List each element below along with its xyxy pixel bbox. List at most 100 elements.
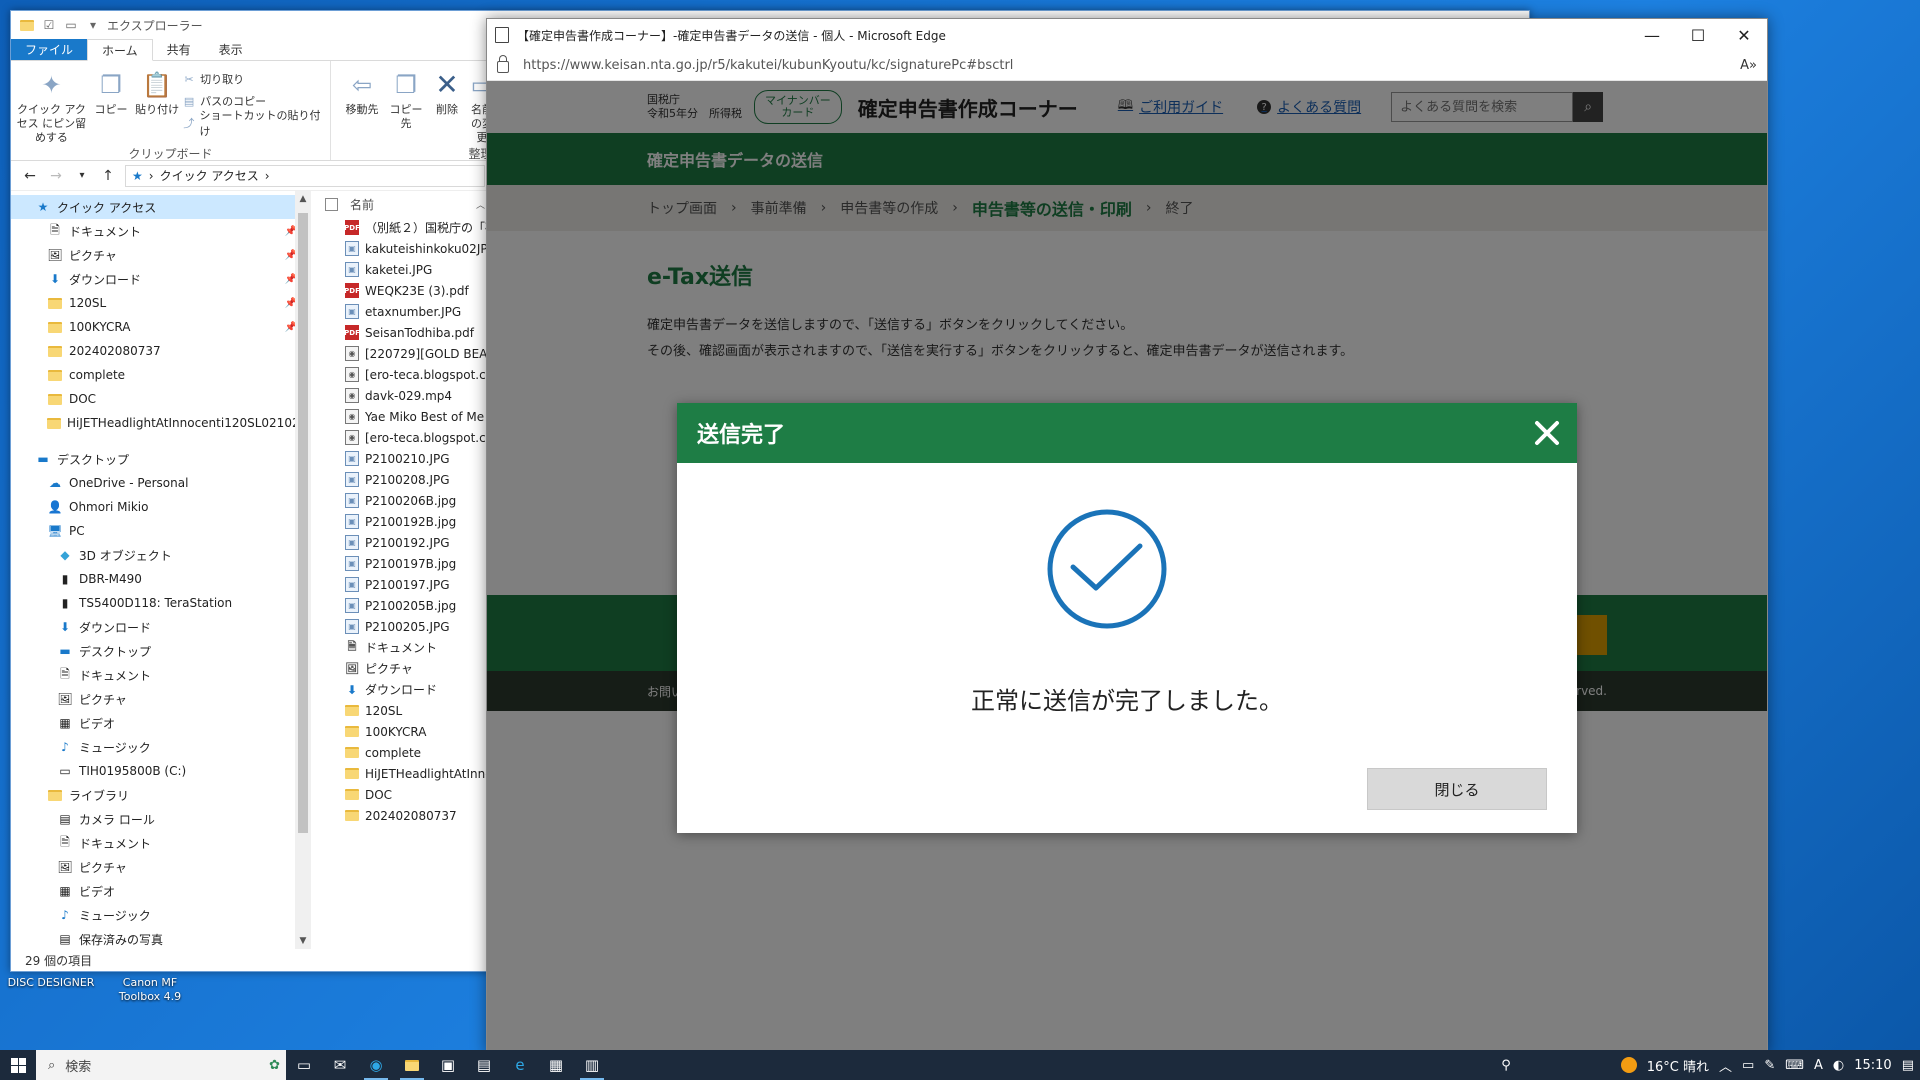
scroll-down-icon[interactable]: ▼ — [295, 933, 311, 949]
tree-item-100kycra[interactable]: 100KYCRA 📌 — [11, 315, 311, 339]
copy-button[interactable]: ❐ コピー — [90, 65, 132, 145]
url-text[interactable]: https://www.keisan.nta.go.jp/r5/kakutei/… — [523, 58, 1013, 73]
edge-address-bar[interactable]: https://www.keisan.nta.go.jp/r5/kakutei/… — [487, 51, 1767, 81]
paste-button[interactable]: 📋 貼り付け — [134, 65, 180, 145]
tree-3d-objects[interactable]: ◆ 3D オブジェクト — [11, 543, 311, 567]
tree-desktop[interactable]: ▬ デスクトップ — [11, 447, 311, 471]
tree-pc-desktop[interactable]: ▬ デスクトップ — [11, 639, 311, 663]
tab-view[interactable]: 表示 — [205, 39, 257, 60]
folder-icon — [345, 703, 359, 718]
read-aloud-icon[interactable]: A» — [1740, 58, 1757, 73]
tree-pc-music[interactable]: ♪ ミュージック — [11, 735, 311, 759]
tree-user[interactable]: 👤 Ohmori Mikio — [11, 495, 311, 519]
delete-button[interactable]: ✕ 削除 — [429, 65, 465, 145]
tree-item-doc[interactable]: DOC — [11, 387, 311, 411]
dialog-header: 送信完了 — [677, 403, 1577, 463]
tree-item-downloads[interactable]: ⬇ ダウンロード 📌 — [11, 267, 311, 291]
navigation-pane: ★ クイック アクセス 🗎 ドキュメント 📌 🖼 ピクチャ 📌 ⬇ ダウンロード 📌 120… — [11, 191, 311, 949]
file-name: kaketei.JPG — [365, 262, 433, 277]
scrollbar-thumb[interactable] — [298, 213, 308, 833]
tree-pc-pictures[interactable]: 🖼 ピクチャ — [11, 687, 311, 711]
file-name: P2100197.JPG — [365, 577, 450, 592]
app-window-icon[interactable]: ▦ — [538, 1050, 574, 1080]
store-icon[interactable]: ▣ — [430, 1050, 466, 1080]
tree-lib-music[interactable]: ♪ ミュージック — [11, 903, 311, 927]
name-column-header[interactable]: 名前 — [350, 196, 374, 213]
chevron-down-icon[interactable]: ▾ — [85, 17, 101, 33]
new-folder-icon[interactable]: ▭ — [63, 17, 79, 33]
tree-library[interactable]: ライブラリ — [11, 783, 311, 807]
tree-item-202402080737[interactable]: 202402080737 — [11, 339, 311, 363]
remote-desktop-icon[interactable]: ▤ — [466, 1050, 502, 1080]
tree-item-pictures[interactable]: 🖼 ピクチャ 📌 — [11, 243, 311, 267]
search-highlight-icon[interactable]: ✿ — [269, 1058, 280, 1073]
notification-icon[interactable]: ▤ — [1902, 1058, 1914, 1073]
up-arrow-icon[interactable]: ↑ — [99, 167, 117, 185]
tree-quick-access[interactable]: ★ クイック アクセス — [11, 195, 311, 219]
keyboard-icon[interactable]: ⌨ — [1785, 1058, 1804, 1073]
tree-saved-pictures[interactable]: ▤ 保存済みの写真 — [11, 927, 311, 949]
tree-item-120sl[interactable]: 120SL 📌 — [11, 291, 311, 315]
tree-pc-downloads[interactable]: ⬇ ダウンロード — [11, 615, 311, 639]
internet-explorer-icon[interactable]: e — [502, 1050, 538, 1080]
chevron-up-icon[interactable]: ︿ — [1719, 1056, 1732, 1075]
tree-pc-videos[interactable]: ▦ ビデオ — [11, 711, 311, 735]
copy-to-button[interactable]: ❐ コピー先 — [385, 65, 427, 145]
calculator-icon[interactable]: ▥ — [574, 1050, 610, 1080]
address-bar[interactable]: ★ › クイック アクセス › — [125, 164, 485, 187]
tab-home[interactable]: ホーム — [87, 39, 153, 61]
task-view-icon[interactable]: ▭ — [286, 1050, 322, 1080]
edge-taskbar-icon[interactable]: ◉ — [358, 1050, 394, 1080]
file-name: [220729][GOLD BEAR] — [365, 346, 501, 361]
forward-arrow-icon[interactable]: → — [47, 167, 65, 185]
tab-share[interactable]: 共有 — [153, 39, 205, 60]
weather-text[interactable]: 16°C 晴れ — [1647, 1056, 1709, 1075]
tree-label: 保存済みの写真 — [79, 932, 164, 947]
properties-icon[interactable]: ☑ — [41, 17, 57, 33]
tree-pc-documents[interactable]: 🗎 ドキュメント — [11, 663, 311, 687]
tree-c-drive[interactable]: ▭ TIH0195800B (C:) — [11, 759, 311, 783]
explorer-taskbar-icon[interactable] — [394, 1050, 430, 1080]
tree-onedrive[interactable]: ☁ OneDrive - Personal — [11, 471, 311, 495]
close-window-button[interactable]: ✕ — [1721, 19, 1767, 51]
paste-shortcut-button[interactable]: ⤴ ショートカットの貼り付け — [182, 109, 326, 138]
pen-icon[interactable]: ✎ — [1764, 1058, 1775, 1073]
navigation-scrollbar[interactable]: ▲ ▼ — [295, 191, 311, 949]
tree-item-documents[interactable]: 🗎 ドキュメント 📌 — [11, 219, 311, 243]
ime-mode-icon[interactable]: ◐ — [1833, 1058, 1844, 1073]
dialog-close-icon[interactable] — [1517, 403, 1577, 463]
tree-pc[interactable]: 🖥 PC — [11, 519, 311, 543]
tree-lib-videos[interactable]: ▦ ビデオ — [11, 879, 311, 903]
tab-file[interactable]: ファイル — [11, 39, 88, 60]
recent-chevron-icon[interactable]: ▾ — [73, 167, 91, 185]
move-to-button[interactable]: ⇦ 移動先 — [341, 65, 383, 145]
lock-icon[interactable] — [497, 55, 509, 73]
folder-icon — [47, 415, 61, 431]
cut-button[interactable]: ✂ 切り取り — [182, 69, 326, 89]
maximize-button[interactable]: ☐ — [1675, 19, 1721, 51]
people-icon[interactable]: ⚲ — [1501, 1058, 1511, 1073]
mail-icon[interactable]: ✉ — [322, 1050, 358, 1080]
tree-label: DOC — [69, 392, 97, 406]
tree-lib-documents[interactable]: 🗎 ドキュメント — [11, 831, 311, 855]
tree-item-hijet[interactable]: HiJETHeadlightAtInnocenti120SL02102024 — [11, 411, 311, 435]
tree-camera-roll[interactable]: ▤ カメラ ロール — [11, 807, 311, 831]
tree-item-complete[interactable]: complete — [11, 363, 311, 387]
tree-lib-pictures[interactable]: 🖼 ピクチャ — [11, 855, 311, 879]
tree-dbr-m490[interactable]: ▮ DBR-M490 — [11, 567, 311, 591]
taskbar-search[interactable]: ⌕ 検索 ✿ — [36, 1050, 286, 1080]
network-icon[interactable]: ▭ — [1742, 1058, 1754, 1073]
tree-terastation[interactable]: ▮ TS5400D118: TeraStation — [11, 591, 311, 615]
clock[interactable]: 15:10 — [1854, 1058, 1891, 1073]
folder-icon — [47, 391, 63, 407]
minimize-button[interactable]: — — [1629, 19, 1675, 51]
desktop-icon-disc-designer[interactable]: DISC DESIGNER — [6, 976, 96, 990]
desktop-icon-canon-toolbox[interactable]: Canon MF Toolbox 4.9 — [108, 976, 192, 1004]
ime-icon[interactable]: A — [1814, 1058, 1823, 1073]
scroll-up-icon[interactable]: ▲ — [295, 191, 311, 207]
start-button[interactable] — [0, 1050, 36, 1080]
select-all-checkbox[interactable] — [325, 197, 338, 211]
pin-quick-access-button[interactable]: ✦ クイック アクセス にピン留めする — [15, 65, 88, 145]
close-button[interactable]: 閉じる — [1367, 768, 1547, 810]
back-arrow-icon[interactable]: ← — [21, 167, 39, 185]
